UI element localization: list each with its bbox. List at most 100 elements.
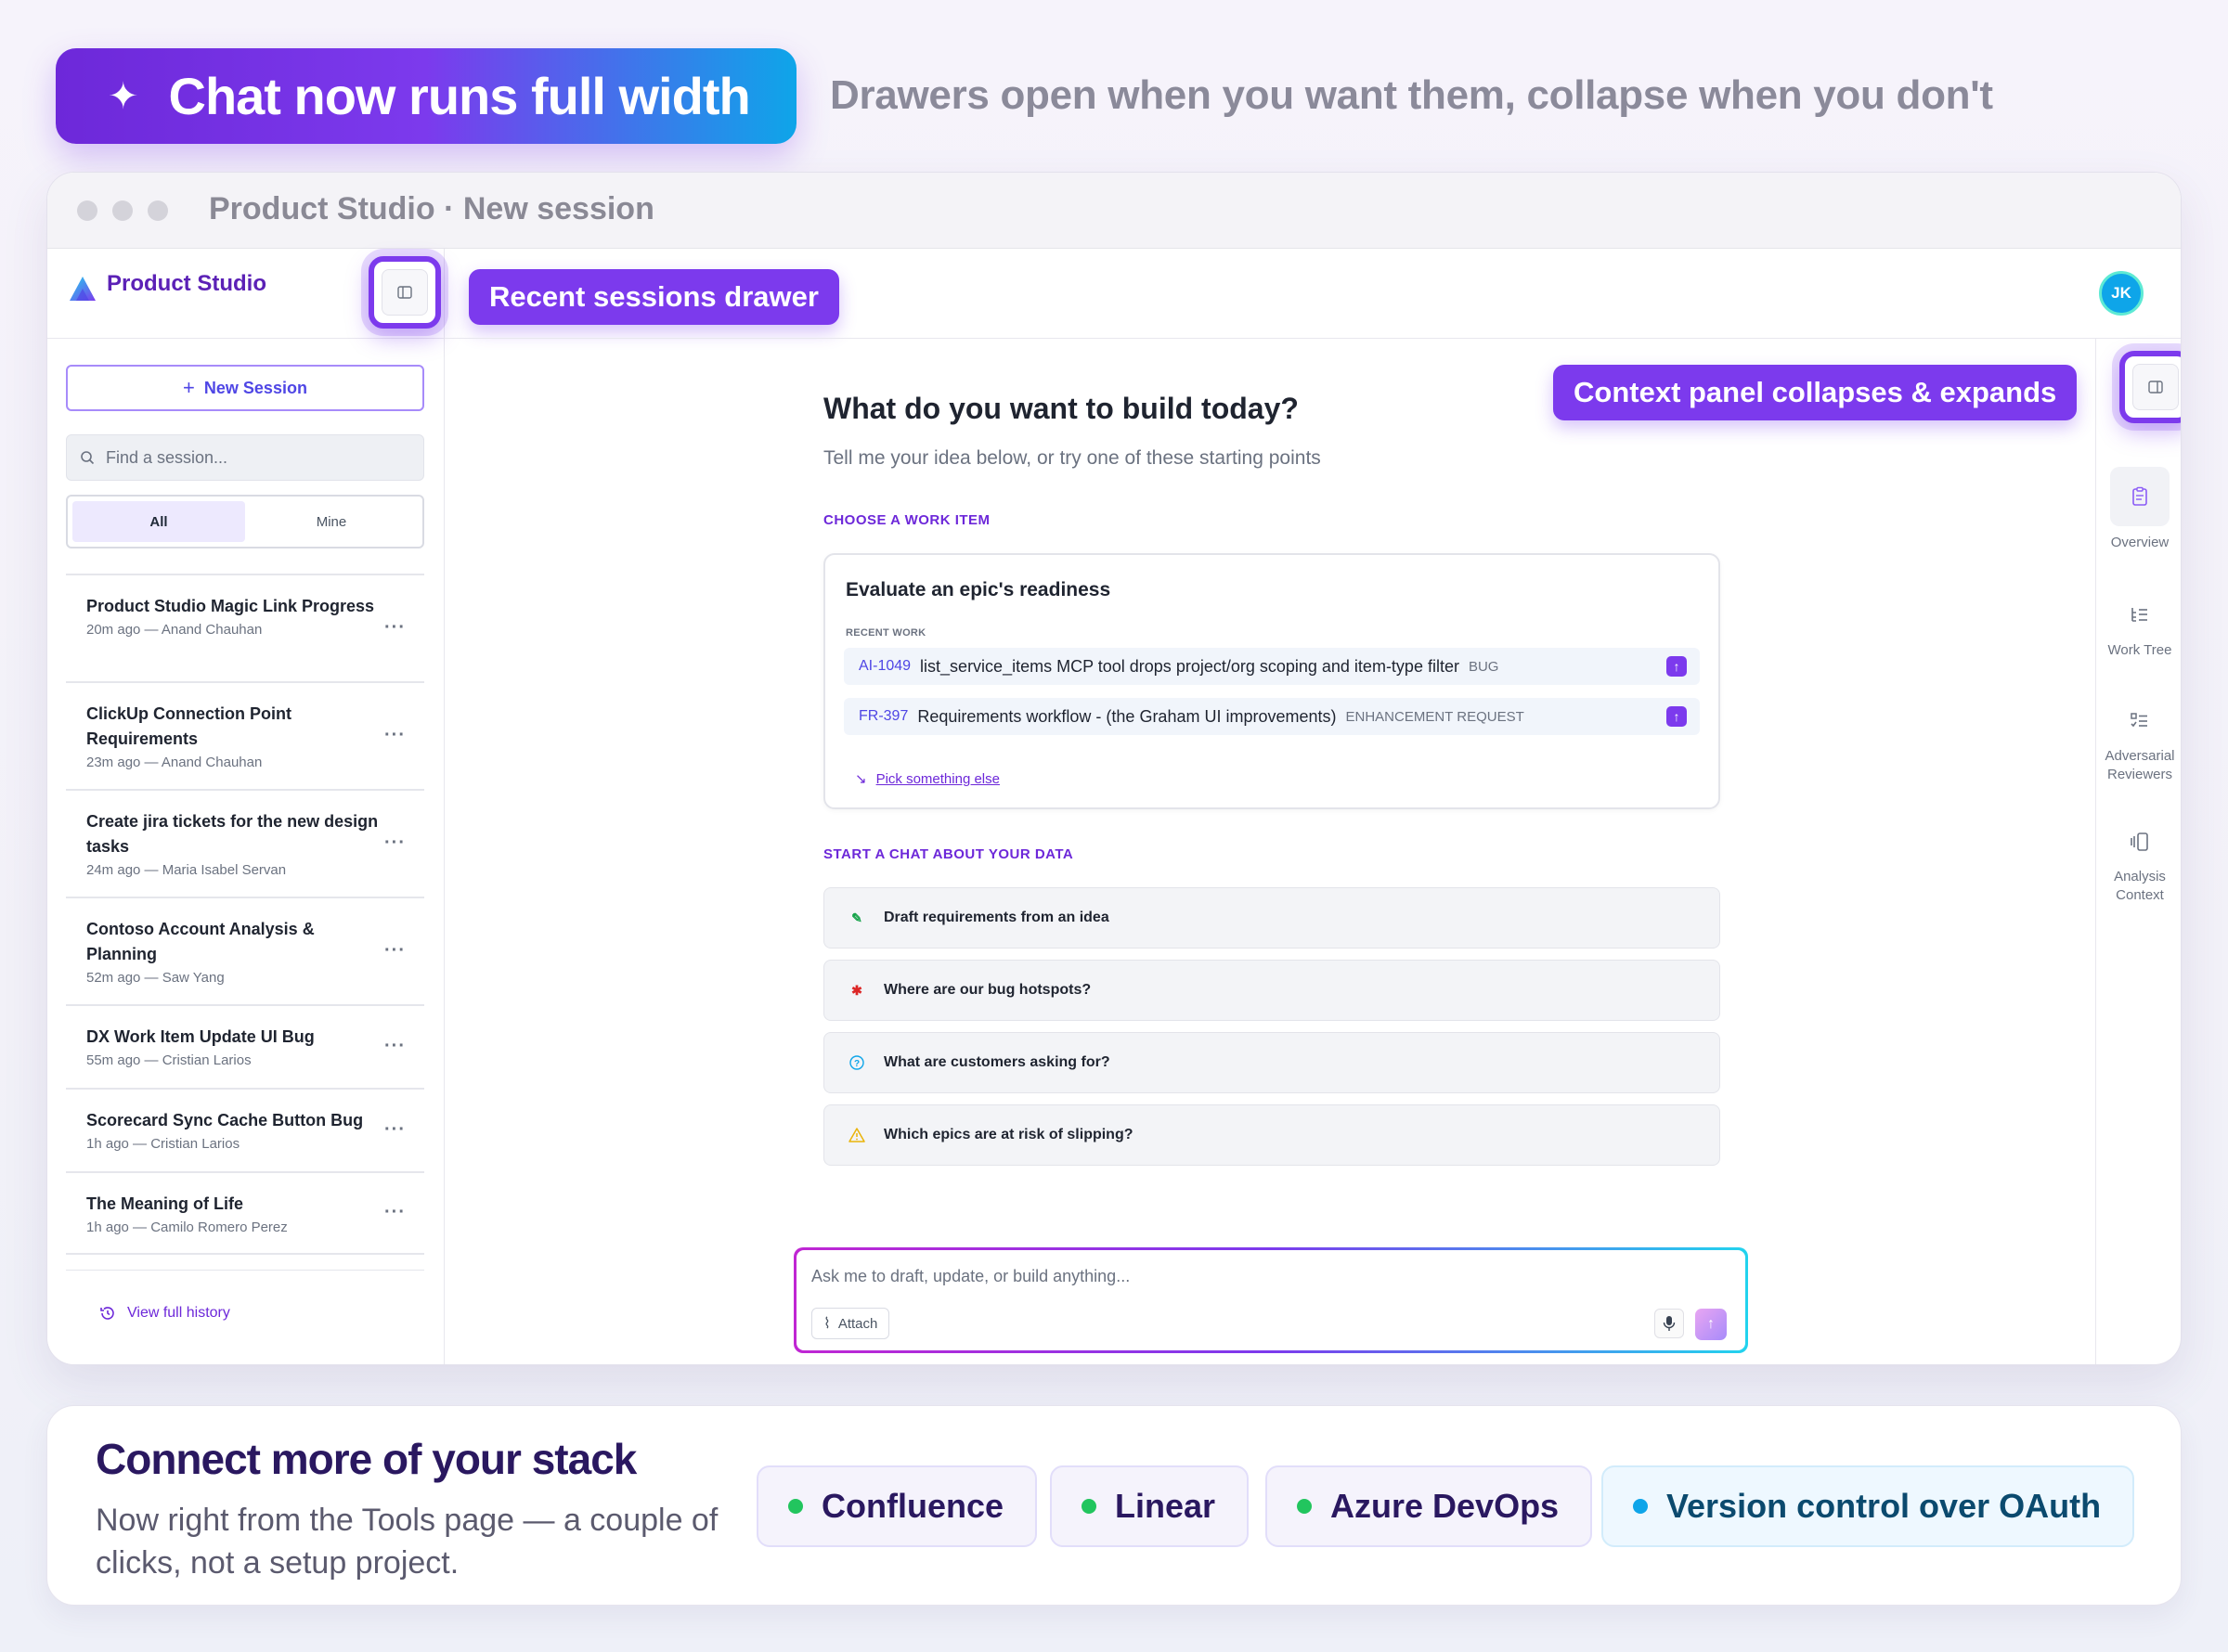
sidebar-toggle-button[interactable] (369, 256, 441, 329)
attach-button[interactable]: ⌇ Attach (811, 1308, 890, 1339)
work-item-id: FR-397 (859, 708, 909, 724)
work-item-row[interactable]: FR-397 Requirements workflow - (the Grah… (844, 698, 1700, 735)
microphone-icon (1663, 1316, 1676, 1331)
work-item-eyebrow: CHOOSE A WORK ITEM (823, 512, 991, 528)
window-dot-close[interactable] (77, 200, 97, 221)
search-placeholder: Find a session... (106, 447, 228, 467)
chip-label: Azure DevOps (1330, 1487, 1560, 1525)
hero-title: Chat now runs full width (168, 67, 751, 125)
integration-chip-version-control[interactable]: Version control over OAuth (1601, 1465, 2135, 1547)
history-icon (100, 1307, 114, 1320)
pick-something-else-link[interactable]: ↘ Pick something else (855, 770, 1000, 788)
prompt-label: Draft requirements from an idea (884, 910, 1109, 925)
more-options-icon[interactable]: ··· (384, 1119, 406, 1141)
window-dot-minimize[interactable] (112, 200, 133, 221)
chip-label: Linear (1115, 1487, 1216, 1525)
search-icon (81, 451, 95, 465)
session-item[interactable]: Contoso Account Analysis & Planning 52m … (66, 897, 424, 1004)
send-button[interactable]: ↑ (1695, 1309, 1727, 1340)
composer-input[interactable]: Ask me to draft, update, or build anythi… (811, 1267, 1130, 1286)
rail-item-work-tree[interactable]: Work Tree (2096, 597, 2181, 660)
chat-composer[interactable]: Ask me to draft, update, or build anythi… (794, 1247, 1748, 1353)
app-window: Product Studio · New session Product Stu… (46, 172, 2182, 1365)
integrations-subtitle: Now right from the Tools page — a couple… (96, 1503, 719, 1581)
prompt-label: Which epics are at risk of slipping? (884, 1127, 1133, 1142)
new-session-label: New Session (203, 378, 307, 397)
work-item-row[interactable]: AI-1049 list_service_items MCP tool drop… (844, 648, 1700, 685)
microphone-button[interactable] (1654, 1309, 1684, 1338)
card-title: Evaluate an epic's readiness (846, 579, 1111, 600)
svg-text:?: ? (854, 1059, 860, 1069)
more-options-icon[interactable]: ··· (384, 1202, 406, 1223)
question-icon: ? (847, 1052, 867, 1073)
more-options-icon[interactable]: ··· (384, 617, 406, 639)
session-meta: 1h ago — Camilo Romero Perez (86, 1220, 288, 1235)
arrow-down-right-icon: ↘ (855, 771, 867, 787)
session-list: Product Studio Magic Link Progress 20m a… (66, 574, 424, 1255)
session-meta: 1h ago — Cristian Larios (86, 1136, 240, 1152)
arrow-up-icon[interactable]: ↑ (1666, 656, 1687, 677)
prompt-suggestion[interactable]: Which epics are at risk of slipping? (823, 1104, 1720, 1166)
session-item[interactable]: Product Studio Magic Link Progress 20m a… (66, 574, 424, 681)
status-dot (1082, 1499, 1096, 1514)
page-subheading: Tell me your idea below, or try one of t… (823, 447, 1321, 469)
session-filter-toggle: All Mine (66, 495, 424, 549)
more-options-icon[interactable]: ··· (384, 725, 406, 746)
filter-mine-tab[interactable]: Mine (245, 501, 418, 542)
user-avatar[interactable]: JK (2099, 271, 2144, 316)
work-item-type: BUG (1468, 658, 1499, 675)
history-label: View full history (127, 1305, 230, 1321)
rail-label: Overview (2110, 535, 2170, 550)
rail-item-overview[interactable]: Overview (2096, 467, 2181, 552)
context-panel-toggle-button[interactable] (2119, 351, 2181, 423)
session-search-input[interactable]: Find a session... (66, 434, 424, 481)
status-dot (1297, 1499, 1312, 1514)
prompt-suggestion[interactable]: ✱ Where are our bug hotspots? (823, 960, 1720, 1021)
work-item-title: Requirements workflow - (the Graham UI i… (917, 706, 1337, 726)
filter-all-tab[interactable]: All (72, 501, 245, 542)
work-item-id: AI-1049 (859, 658, 912, 674)
warning-icon (847, 1125, 867, 1145)
arrow-up-icon[interactable]: ↑ (1666, 706, 1687, 727)
rail-item-analysis-context[interactable]: Analysis Context (2096, 823, 2181, 905)
status-dot (788, 1499, 803, 1514)
session-title: Scorecard Sync Cache Button Bug (86, 1111, 364, 1129)
session-item[interactable]: The Meaning of Life 1h ago — Camilo Rome… (66, 1171, 424, 1255)
more-options-icon[interactable]: ··· (384, 832, 406, 854)
new-session-button[interactable]: + New Session (66, 365, 424, 411)
integration-chip-linear[interactable]: Linear (1050, 1465, 1250, 1547)
recent-work-label: RECENT WORK (846, 627, 926, 639)
session-item[interactable]: Scorecard Sync Cache Button Bug 1h ago —… (66, 1088, 424, 1171)
prompt-label: Where are our bug hotspots? (884, 982, 1092, 998)
window-dot-maximize[interactable] (148, 200, 168, 221)
main-topbar (445, 249, 2181, 339)
more-options-icon[interactable]: ··· (384, 1036, 406, 1057)
pencil-icon: ✎ (851, 910, 862, 925)
integrations-card: Connect more of your stack Now right fro… (46, 1405, 2182, 1606)
product-studio-logo (70, 277, 96, 301)
prompt-suggestion[interactable]: ? What are customers asking for? (823, 1032, 1720, 1093)
session-item[interactable]: Create jira tickets for the new design t… (66, 789, 424, 897)
integration-chip-confluence[interactable]: Confluence (757, 1465, 1038, 1547)
hero-subtitle: Drawers open when you want them, collaps… (830, 72, 1993, 118)
more-options-icon[interactable]: ··· (384, 940, 406, 962)
window-chrome: Product Studio · New session (47, 173, 2181, 249)
pick-label: Pick something else (875, 770, 1000, 787)
rail-item-adversarial-reviewers[interactable]: Adversarial Reviewers (2096, 703, 2181, 784)
rail-label: Work Tree (2107, 642, 2172, 658)
plus-icon: + (183, 376, 195, 399)
session-item[interactable]: DX Work Item Update UI Bug 55m ago — Cri… (66, 1004, 424, 1088)
view-full-history-link[interactable]: View full history (99, 1305, 230, 1322)
prompt-suggestion[interactable]: ✎ Draft requirements from an idea (823, 887, 1720, 949)
chip-label: Version control over OAuth (1666, 1487, 2102, 1525)
context-toggle-inner (2132, 364, 2179, 410)
sparkle-icon: ✦ (108, 75, 139, 117)
rail-label: Analysis Context (2114, 869, 2166, 903)
session-meta: 23m ago — Anand Chauhan (86, 755, 263, 770)
composer-inner: Ask me to draft, update, or build anythi… (797, 1250, 1745, 1350)
clipboard-icon (2110, 467, 2170, 526)
panel-stack-icon (2121, 823, 2158, 860)
session-item[interactable]: ClickUp Connection Point Requirements 23… (66, 681, 424, 789)
sessions-sidebar: Product Studio + New Session Find a sess… (47, 249, 445, 1364)
integration-chip-azure-devops[interactable]: Azure DevOps (1265, 1465, 1593, 1547)
